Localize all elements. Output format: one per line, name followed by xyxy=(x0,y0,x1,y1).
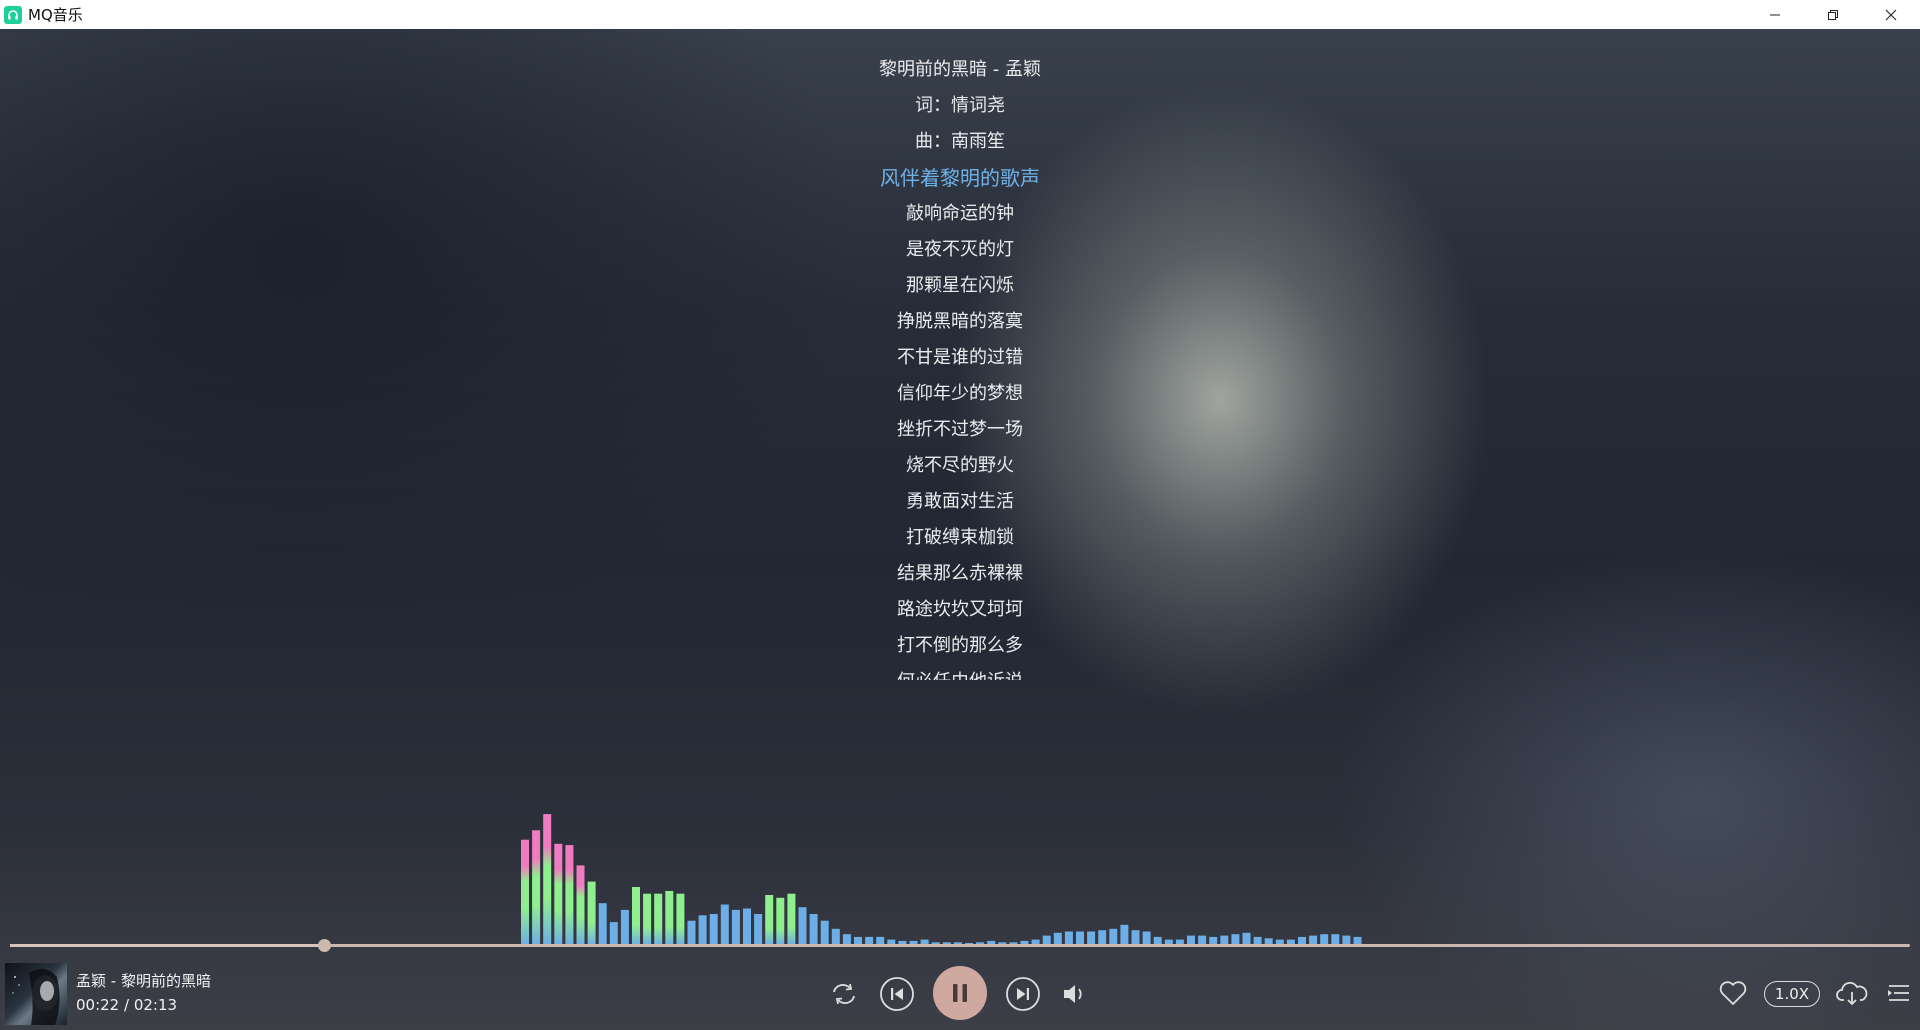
visualizer-bar xyxy=(576,865,585,945)
player-window: MQ音乐 黎明前的黑暗 - 孟颖 词：情词尧 曲：南雨笙 风伴着黎明的歌声 敲响命运的钟… xyxy=(0,0,1920,1030)
next-icon xyxy=(1006,977,1040,1011)
lyric-line[interactable]: 路途坎坎又坷坷 xyxy=(760,592,1160,628)
volume-icon xyxy=(1064,985,1082,1003)
lyric-line[interactable]: 是夜不灭的灯 xyxy=(760,232,1160,268)
lyric-line[interactable]: 何必任由他诉说 xyxy=(760,664,1160,680)
visualizer-bar xyxy=(1120,924,1129,945)
minimize-button[interactable] xyxy=(1746,0,1804,29)
visualizer-bar xyxy=(820,920,829,945)
visualizer-bar xyxy=(632,887,640,945)
speed-button[interactable]: 1.0X xyxy=(1764,981,1820,1007)
progress-bar[interactable] xyxy=(10,939,1910,952)
lyric-line[interactable]: 词：情词尧 xyxy=(760,88,1160,124)
visualizer-bar xyxy=(1131,930,1140,945)
lyric-line[interactable]: 结果那么赤裸裸 xyxy=(760,556,1160,592)
visualizer-bar xyxy=(676,893,685,945)
lyric-line[interactable]: 勇敢面对生活 xyxy=(760,484,1160,520)
visualizer-bar xyxy=(687,920,696,945)
visualizer-bar xyxy=(731,909,740,945)
visualizer-bar xyxy=(532,830,541,945)
window-title: MQ音乐 xyxy=(28,6,83,24)
visualizer-bar xyxy=(698,915,707,945)
visualizer-bar xyxy=(754,914,763,945)
visualizer-bar xyxy=(798,907,807,945)
lyric-line[interactable]: 挣脱黑暗的落寞 xyxy=(760,304,1160,340)
pause-icon xyxy=(953,984,967,1002)
playlist-icon xyxy=(1888,985,1909,1001)
heart-icon xyxy=(1719,981,1747,1005)
next-button[interactable] xyxy=(1005,976,1041,1012)
close-icon xyxy=(1885,9,1897,20)
volume-button[interactable] xyxy=(1058,976,1092,1012)
player-bar: 孟颖 - 黎明前的黑暗 00:22 / 02:13 1.0X xyxy=(0,954,1920,1030)
previous-icon xyxy=(880,977,914,1011)
lyric-line[interactable]: 敲响命运的钟 xyxy=(760,196,1160,232)
progress-thumb[interactable] xyxy=(317,939,331,952)
visualizer-bar xyxy=(598,903,607,945)
visualizer-bar xyxy=(565,845,574,945)
visualizer-bar xyxy=(1109,928,1118,945)
visualizer-bar xyxy=(1142,931,1151,945)
lyric-line[interactable]: 烧不尽的野火 xyxy=(760,448,1160,484)
repeat-button[interactable] xyxy=(826,976,862,1012)
like-button[interactable] xyxy=(1716,976,1750,1010)
visualizer-bar xyxy=(765,895,774,945)
pause-button[interactable] xyxy=(933,966,987,1020)
visualizer-bar xyxy=(654,893,663,945)
visualizer-bar xyxy=(665,891,674,945)
visualizer-bar xyxy=(521,839,529,945)
repeat-icon xyxy=(833,983,855,1005)
restore-button[interactable] xyxy=(1804,0,1862,29)
lyric-line[interactable]: 那颗星在闪烁 xyxy=(760,268,1160,304)
visualizer-bar xyxy=(1098,930,1107,945)
title-bar: MQ音乐 xyxy=(0,0,1920,29)
visualizer-bar xyxy=(554,843,563,945)
visualizer-bar xyxy=(787,893,796,945)
cloud-download-icon xyxy=(1836,981,1868,1006)
lyric-line[interactable]: 不甘是谁的过错 xyxy=(760,340,1160,376)
audio-visualizer xyxy=(521,814,1362,945)
lyric-line[interactable]: 挫折不过梦一场 xyxy=(760,412,1160,448)
visualizer-bar xyxy=(709,914,718,945)
lyric-line[interactable]: 黎明前的黑暗 - 孟颖 xyxy=(760,52,1160,88)
window-controls xyxy=(1746,0,1920,29)
visualizer-bar xyxy=(543,814,552,945)
lyrics-panel[interactable]: 黎明前的黑暗 - 孟颖 词：情词尧 曲：南雨笙 风伴着黎明的歌声 敲响命运的钟 是夜不灭的… xyxy=(760,52,1160,680)
restore-icon xyxy=(1828,9,1838,20)
progress-fill xyxy=(10,944,324,947)
playback-controls: 1.0X xyxy=(0,954,1920,1030)
visualizer-bar xyxy=(809,914,818,945)
visualizer-bar xyxy=(643,893,652,945)
visualizer-bar xyxy=(609,922,618,945)
visualizer-bar xyxy=(1076,931,1084,945)
close-button[interactable] xyxy=(1862,0,1920,29)
visualizer-bar xyxy=(1087,931,1096,945)
lyric-line-current[interactable]: 风伴着黎明的歌声 xyxy=(760,160,1160,196)
visualizer-bar xyxy=(587,881,596,945)
visualizer-bar xyxy=(743,908,751,945)
visualizer-bar xyxy=(831,928,840,945)
lyric-line[interactable]: 曲：南雨笙 xyxy=(760,124,1160,160)
app-logo-icon xyxy=(4,5,22,24)
visualizer-bar xyxy=(1064,931,1073,945)
visualizer-bar xyxy=(620,909,629,945)
visualizer-bar xyxy=(776,897,785,945)
lyric-line[interactable]: 打破缚束枷锁 xyxy=(760,520,1160,556)
previous-button[interactable] xyxy=(879,976,915,1012)
lyric-line[interactable]: 信仰年少的梦想 xyxy=(760,376,1160,412)
lyric-line[interactable]: 打不倒的那么多 xyxy=(760,628,1160,664)
download-button[interactable] xyxy=(1834,976,1870,1010)
minimize-icon xyxy=(1770,14,1780,15)
playlist-button[interactable] xyxy=(1884,976,1914,1010)
visualizer-bar xyxy=(720,904,729,945)
